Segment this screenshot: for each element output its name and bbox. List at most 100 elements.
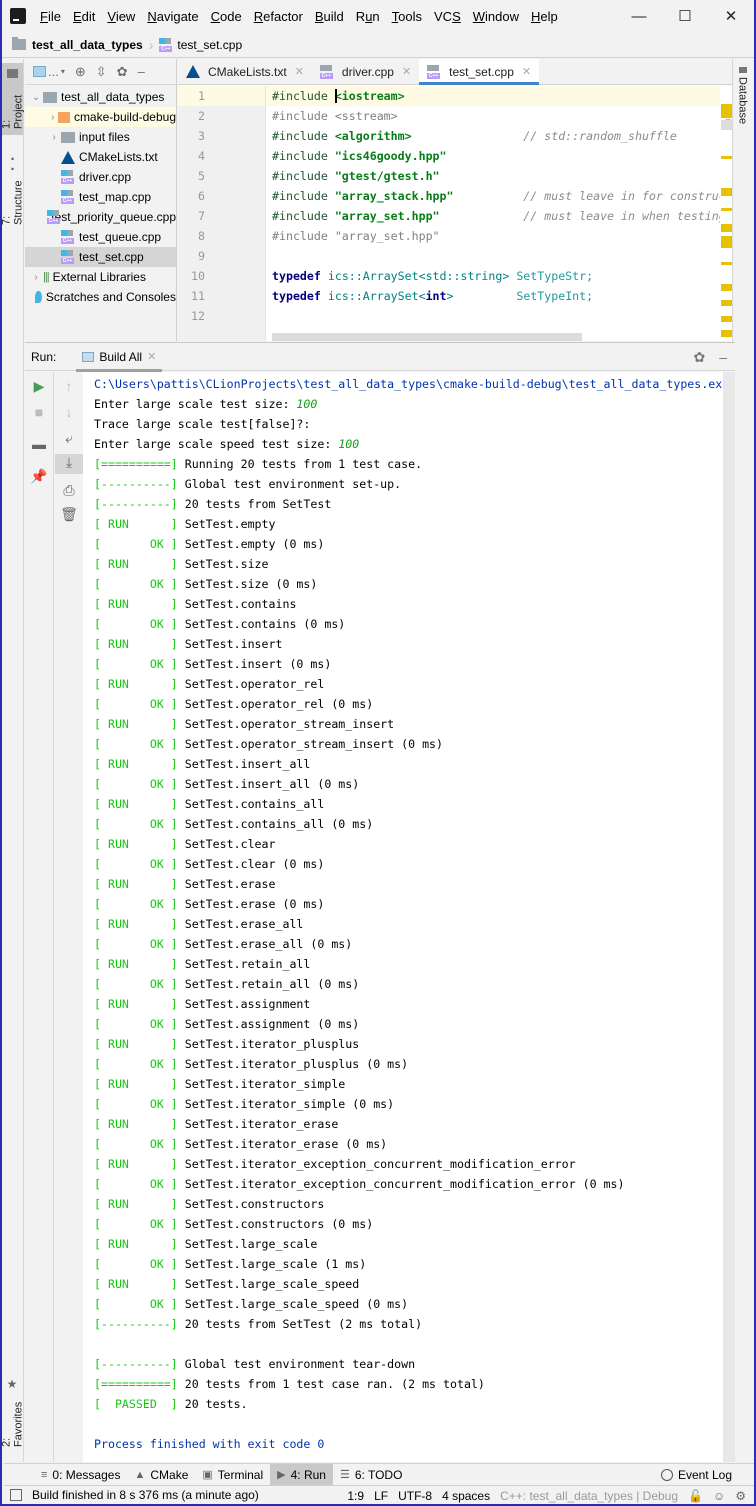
hide-icon[interactable]: – (719, 349, 727, 366)
gtest-status-tag: [ RUN ] (94, 957, 178, 971)
tree-item[interactable]: ⌄ test_all_data_types (25, 87, 176, 107)
menu-refactor[interactable]: Refactor (254, 9, 310, 24)
tab-structure[interactable]: 7: Structure ▪▪ (1, 151, 25, 231)
tree-item[interactable]: C++ test_priority_queue.cpp (25, 207, 176, 227)
close-tab-icon[interactable]: ✕ (402, 65, 411, 78)
todo-icon: ☰ (339, 1469, 350, 1481)
tree-item[interactable]: CMakeLists.txt (25, 147, 176, 167)
tab-database[interactable]: Database (733, 67, 752, 124)
console-user-input: 100 (296, 397, 318, 411)
tree-item[interactable]: › cmake-build-debug (25, 107, 176, 127)
event-log-button[interactable]: Event Log (660, 1464, 732, 1486)
gear-icon[interactable]: ✿ (693, 349, 705, 366)
tree-item[interactable]: › input files (25, 127, 176, 147)
tree-item[interactable]: C++ test_map.cpp (25, 187, 176, 207)
chevron-down-icon[interactable]: ⌄ (29, 92, 43, 103)
close-button[interactable]: ✕ (708, 0, 754, 32)
console-vertical-scrollbar[interactable] (723, 372, 735, 1462)
tree-item[interactable]: C++ test_queue.cpp (25, 227, 176, 247)
gtest-message: SetTest.contains (0 ms) (177, 617, 346, 631)
project-view-select[interactable]: ... ▾ (33, 64, 65, 79)
tree-item[interactable]: C++ test_set.cpp (25, 247, 176, 267)
settings-hint-icon[interactable]: ⚙ (735, 1489, 746, 1503)
print-icon[interactable]: ⎙ (55, 482, 83, 499)
breadcrumb-project[interactable]: test_all_data_types (2, 37, 143, 52)
console-line: [ OK ] SetTest.insert_all (0 ms) (83, 774, 723, 794)
menu-help[interactable]: Help (531, 9, 565, 24)
close-tab-icon[interactable]: ✕ (522, 65, 531, 78)
chevron-right-icon[interactable]: › (29, 272, 43, 283)
resolve-context[interactable]: C++: test_all_data_types | Debug (500, 1489, 678, 1503)
editor-tab[interactable]: C++ test_set.cpp ✕ (419, 59, 540, 85)
pin-icon[interactable]: 📌 (25, 468, 53, 485)
soft-wrap-icon[interactable]: ⤶ (55, 430, 83, 447)
chevron-right-icon[interactable]: › (47, 132, 61, 143)
caret-position[interactable]: 1:9 (347, 1489, 364, 1503)
tree-item-label: Scratches and Consoles (45, 290, 176, 304)
lock-icon[interactable]: 🔓 (688, 1489, 703, 1503)
close-tab-icon[interactable]: ✕ (295, 65, 304, 78)
gtest-status-tag: [ OK ] (94, 897, 178, 911)
tool-button-run[interactable]: ▶ 4: Run (270, 1463, 333, 1486)
console-output[interactable]: C:\Users\pattis\CLionProjects\test_all_d… (83, 372, 723, 1462)
tree-item[interactable]: C++ driver.cpp (25, 167, 176, 187)
menu-navigate[interactable]: Navigate (147, 9, 205, 24)
menu-vcs[interactable]: VCS (434, 9, 468, 24)
menu-tools[interactable]: Tools (392, 9, 429, 24)
menu-window[interactable]: Window (473, 9, 526, 24)
menu-edit[interactable]: Edit (73, 9, 102, 24)
preprocessor-directive: #include (272, 149, 328, 163)
preprocessor-directive: #include (272, 109, 328, 123)
tree-item[interactable]: › ||| External Libraries (25, 267, 176, 287)
close-tab-icon[interactable]: ✕ (147, 350, 156, 363)
trash-icon[interactable]: 🗑 (55, 506, 83, 523)
hide-icon[interactable]: – (138, 64, 145, 79)
tab-favorites[interactable]: 2: Favorites ★ (1, 1371, 25, 1453)
tool-windows-toggle-icon[interactable] (10, 1489, 22, 1501)
line-separator[interactable]: LF (374, 1489, 388, 1503)
chevron-right-icon[interactable]: › (47, 112, 58, 123)
code-view[interactable]: #include <iostream> #include <sstream> #in… (266, 86, 720, 341)
breadcrumb-file[interactable]: C++ test_set.cpp (159, 37, 242, 52)
horizontal-scrollbar[interactable] (272, 333, 582, 341)
console-line: [ PASSED ] 20 tests. (83, 1394, 723, 1414)
menu-build[interactable]: Build (315, 9, 351, 24)
tree-item[interactable]: Scratches and Consoles (25, 287, 176, 307)
console-prompt: Enter large scale test size: (94, 397, 297, 411)
gtest-status-tag: [ RUN ] (94, 677, 178, 691)
editor-tab[interactable]: CMakeLists.txt ✕ (178, 59, 312, 84)
arrow-up-icon[interactable]: ↑ (55, 378, 83, 394)
maximize-button[interactable]: ☐ (662, 0, 708, 32)
menu-run[interactable]: Run (356, 9, 387, 24)
line-number-gutter: 1 2 3 4 5 6 7 8 9 10 11 12 (178, 86, 266, 341)
editor-tab[interactable]: C++ driver.cpp ✕ (312, 59, 419, 84)
gtest-status-tag: [ OK ] (94, 1097, 178, 1111)
tool-button-messages[interactable]: ≡ 0: Messages (34, 1464, 127, 1486)
file-encoding[interactable]: UTF-8 (398, 1489, 432, 1503)
terminal-icon: ▣ (202, 1469, 213, 1481)
layout-icon[interactable]: ▬ (25, 436, 53, 452)
locate-crosshair-icon[interactable]: ⊕ (75, 64, 86, 80)
tool-button-terminal[interactable]: ▣ Terminal (195, 1464, 270, 1486)
menu-view[interactable]: View (107, 9, 142, 24)
arrow-down-icon[interactable]: ↓ (55, 404, 83, 420)
menu-code[interactable]: Code (211, 9, 249, 24)
tab-project[interactable]: 1: Project (1, 63, 25, 135)
inspector-icon[interactable]: ☺ (713, 1489, 725, 1503)
indent-setting[interactable]: 4 spaces (442, 1489, 490, 1503)
gear-icon[interactable]: ✿ (117, 64, 128, 80)
run-tab-build-all[interactable]: Build All ✕ (76, 343, 163, 372)
gtest-status-tag: [ OK ] (94, 977, 178, 991)
tool-button-todo[interactable]: ☰ 6: TODO (333, 1464, 409, 1486)
gtest-message: SetTest.iterator_erase (0 ms) (177, 1137, 388, 1151)
tool-button-cmake[interactable]: ▲ CMake (127, 1464, 195, 1486)
scroll-to-end-icon[interactable]: ⤓ (55, 454, 83, 474)
breadcrumb-separator: › (148, 36, 154, 53)
status-message[interactable]: Build finished in 8 s 376 ms (a minute a… (32, 1488, 259, 1502)
collapse-all-icon[interactable]: ⇳ (96, 64, 107, 80)
menu-file[interactable]: File (40, 9, 68, 24)
stop-icon[interactable]: ■ (25, 404, 53, 420)
minimize-button[interactable]: — (616, 0, 662, 32)
rerun-icon[interactable]: ▶ (25, 378, 53, 395)
